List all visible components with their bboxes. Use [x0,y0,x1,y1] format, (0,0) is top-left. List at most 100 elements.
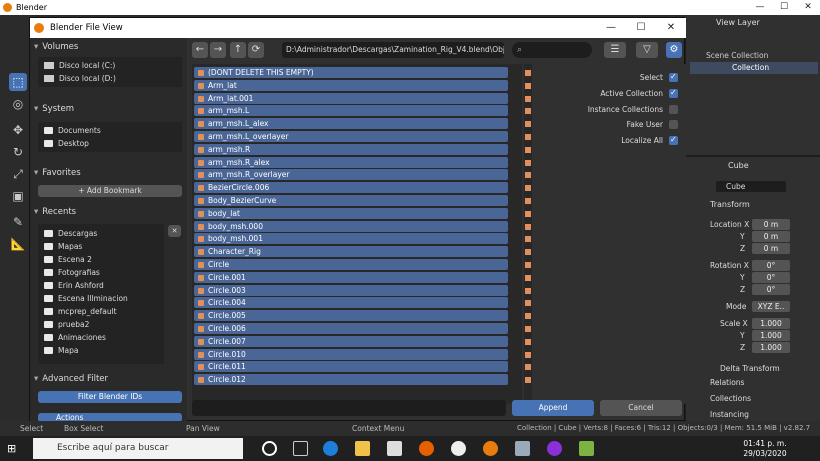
recent-item[interactable]: Mapas [38,240,164,253]
firefox-icon[interactable] [419,441,434,456]
system-header[interactable]: System [34,102,184,116]
search-field[interactable]: ⌕ [512,42,592,58]
measure-tool-icon[interactable]: 📐 [9,235,27,253]
file-explorer-icon[interactable] [355,441,370,456]
recent-item[interactable]: Fotografias [38,266,164,279]
recent-item[interactable]: Descargas [38,227,164,240]
refresh-button[interactable]: ⟳ [248,42,264,58]
taskbar-search[interactable]: Escribe aquí para buscar [33,438,243,459]
mode-dropdown[interactable]: XYZ E.. [752,301,790,312]
path-field[interactable]: D:\Administrador\Descargas\Zamination_Ri… [282,42,504,58]
recent-item[interactable]: Erin Ashford [38,279,164,292]
task-view-icon[interactable] [293,441,308,456]
file-item[interactable]: body_msh.000 [194,220,508,232]
store-icon[interactable] [387,441,402,456]
scene-collection-item[interactable]: Scene Collection [706,51,768,60]
file-item[interactable]: Arm_lat [194,79,508,91]
file-item[interactable]: Circle.004 [194,297,508,309]
instancing-header[interactable]: Instancing [710,409,749,420]
windows-start-icon[interactable]: ⊞ [7,442,20,455]
recent-item[interactable]: Mapa [38,344,164,357]
transform-tool-icon[interactable]: ▣ [9,187,27,205]
file-item[interactable]: Circle.005 [194,310,508,322]
checkbox[interactable] [669,120,678,130]
dialog-maximize-button[interactable]: ☐ [626,18,656,38]
recents-header[interactable]: Recents [34,205,184,219]
collections-header[interactable]: Collections [710,393,751,404]
file-item[interactable]: Circle.001 [194,271,508,283]
checkbox[interactable] [669,71,678,82]
advanced-filter-header[interactable]: Advanced Filter [34,372,184,386]
recent-item[interactable]: mcprep_default [38,305,164,318]
option-fake-user[interactable]: Fake User [538,119,678,130]
cortana-icon[interactable] [262,441,277,456]
scale-z-field[interactable]: 1.000 [752,342,790,353]
volume-item[interactable]: Disco local (D:) [38,72,182,85]
taskbar-time[interactable]: 01:41 p. m. [740,439,790,448]
file-item[interactable]: Circle.003 [194,284,508,296]
app-icon[interactable] [547,441,562,456]
minimize-button[interactable]: — [748,0,772,15]
append-button[interactable]: Append [512,400,594,416]
add-bookmark-button[interactable]: + Add Bookmark [38,185,182,197]
filename-field[interactable] [192,400,506,416]
display-mode-icon[interactable]: ☰ [604,42,626,58]
location-z-field[interactable]: 0 m [752,243,790,254]
scale-tool-icon[interactable]: ⤢ [9,165,27,183]
close-button[interactable]: ✕ [796,0,820,15]
location-x-field[interactable]: 0 m [752,219,790,230]
collection-item[interactable]: Collection [732,63,769,72]
file-item[interactable]: Circle.007 [194,335,508,347]
file-item[interactable]: arm_msh.L_alex [194,118,508,130]
taskbar-date[interactable]: 29/03/2020 [740,449,790,458]
file-item[interactable]: arm_msh.R_overlayer [194,169,508,181]
system-item[interactable]: Documents [38,124,182,137]
recent-item[interactable]: Escena 2 [38,253,164,266]
rotation-x-field[interactable]: 0° [752,260,790,271]
file-list-scrollbar[interactable] [524,64,532,404]
settings-gear-icon[interactable]: ⚙ [666,42,682,58]
scale-x-field[interactable]: 1.000 [752,318,790,329]
file-item[interactable]: Circle.012 [194,374,508,386]
blender-taskbar-icon[interactable] [483,441,498,456]
move-tool-icon[interactable]: ✥ [9,121,27,139]
file-item[interactable]: arm_msh.R [194,143,508,155]
app-icon[interactable] [579,441,594,456]
rotation-y-field[interactable]: 0° [752,272,790,283]
file-item[interactable]: body_msh.001 [194,233,508,245]
option-instance-collections[interactable]: Instance Collections [538,104,678,115]
parent-directory-button[interactable]: ↑ [230,42,246,58]
back-button[interactable]: ← [192,42,208,58]
app-icon[interactable] [451,441,466,456]
cursor-tool-icon[interactable]: ◎ [9,95,27,113]
transform-header[interactable]: Transform [710,200,750,209]
rotate-tool-icon[interactable]: ↻ [9,143,27,161]
system-item[interactable]: Desktop [38,137,182,150]
dialog-minimize-button[interactable]: — [596,18,626,38]
filter-blender-ids-button[interactable]: Filter Blender IDs [38,391,182,403]
relations-header[interactable]: Relations [710,377,744,388]
file-item[interactable]: arm_msh.R_alex [194,156,508,168]
object-name-field[interactable]: Cube [716,181,786,192]
checkbox[interactable] [669,87,678,98]
checkbox[interactable] [669,134,678,146]
file-item[interactable]: arm_msh.L_overlayer [194,131,508,142]
file-item[interactable]: Circle.006 [194,323,508,334]
file-item[interactable]: BezierCircle.006 [194,182,508,194]
option-localize-all[interactable]: Localize All [538,134,678,146]
file-item[interactable]: Circle.010 [194,348,508,360]
option-active-collection[interactable]: Active Collection [538,87,678,99]
volume-item[interactable]: Disco local (C:) [38,59,182,72]
scale-y-field[interactable]: 1.000 [752,330,790,341]
select-tool-icon[interactable]: ⬚ [9,73,27,91]
option-select[interactable]: Select [538,71,678,83]
file-item[interactable]: Arm_lat.001 [194,92,508,104]
rotation-z-field[interactable]: 0° [752,284,790,295]
maximize-button[interactable]: ☐ [772,0,796,15]
location-y-field[interactable]: 0 m [752,231,790,242]
delta-transform-header[interactable]: Delta Transform [720,363,780,374]
volumes-header[interactable]: Volumes [34,40,184,54]
annotate-tool-icon[interactable]: ✎ [9,213,27,231]
file-item[interactable]: body_lat [194,207,508,219]
recent-item[interactable]: Escena Illminacion [38,292,164,305]
